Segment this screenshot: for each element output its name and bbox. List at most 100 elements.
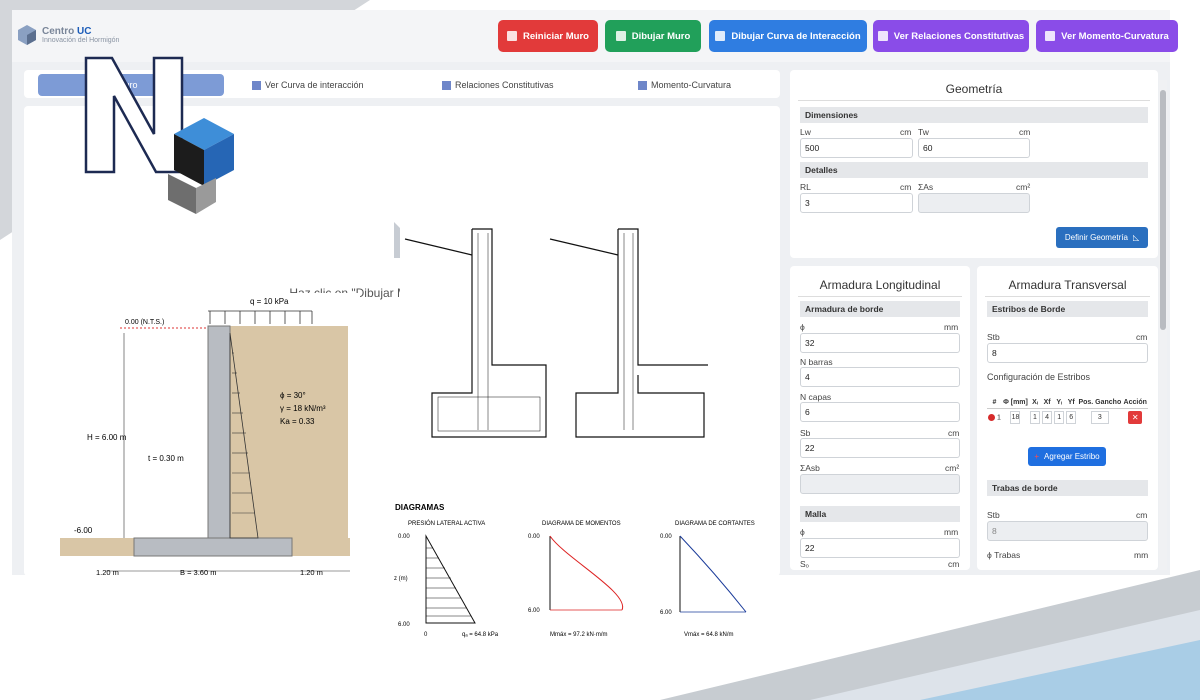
stb2-unit: cm: [1136, 510, 1148, 520]
tw-unit: cm: [1019, 127, 1031, 137]
yf-input[interactable]: 6: [1066, 411, 1077, 424]
pressure-zero-label: 0: [424, 632, 428, 638]
status-dot: [988, 413, 996, 421]
longitudinal-card: Armadura Longitudinal Armadura de borde …: [790, 266, 970, 570]
row-index-cell: 1: [987, 409, 1002, 427]
xf-input[interactable]: 4: [1042, 411, 1053, 424]
tab-interaction[interactable]: Ver Curva de interacción: [252, 74, 364, 96]
diameter-input[interactable]: 18: [1010, 411, 1021, 424]
divider: [798, 100, 1150, 101]
sb-input[interactable]: 22: [800, 438, 960, 458]
rl-input[interactable]: 3: [800, 193, 913, 213]
moment-diagram: 0.00 6.00 Mmáx = 97.2 kN·m/m: [528, 534, 623, 638]
reset-wall-button[interactable]: Reiniciar Muro: [498, 20, 598, 52]
view-constitutive-button[interactable]: Ver Relaciones Constitutivas: [873, 20, 1029, 52]
qa-label: qₐ = 64.8 kPa: [462, 632, 499, 638]
stb-input[interactable]: 8: [987, 343, 1148, 363]
tw-label: Tw: [918, 127, 929, 137]
draw-interaction-label: Dibujar Curva de Interacción: [731, 30, 861, 42]
bar-chart-icon: [1045, 31, 1056, 41]
nbars-label: N barras: [800, 357, 833, 367]
add-stirrup-label: Agregar Estribo: [1044, 452, 1100, 461]
transversal-title: Armadura Transversal: [1008, 278, 1127, 292]
xi-input[interactable]: 1: [1030, 411, 1040, 424]
tab-moment-curvature[interactable]: Momento-Curvatura: [638, 74, 731, 96]
pressure-top-label: 0.00: [398, 534, 410, 540]
stb-label: Stb: [987, 332, 1000, 342]
plus-icon: +: [1034, 452, 1040, 461]
moment-bottom-label: 6.00: [528, 608, 540, 614]
reset-wall-label: Reiniciar Muro: [523, 30, 589, 42]
lw-label: Lw: [800, 127, 811, 137]
sum-as-label: ΣAs: [918, 182, 934, 192]
top-bar: Centro UC Innovación del Hormigón Reinic…: [12, 10, 1178, 62]
pressure-bottom-label: 6.00: [398, 622, 410, 628]
phi-label: ϕ: [800, 322, 805, 332]
mesh-phi-input[interactable]: 22: [800, 538, 960, 558]
col-yi: Yᵢ: [1053, 397, 1066, 409]
mesh-phi-label: ϕ: [800, 527, 805, 537]
sum-asb-unit: cm²: [945, 463, 960, 473]
tw-input[interactable]: 60: [918, 138, 1030, 158]
draw-wall-label: Dibujar Muro: [631, 30, 691, 42]
brand-hexagon-icon: [18, 25, 36, 45]
col-yf: Yf: [1065, 397, 1078, 409]
vmax-label: Vmáx = 64.8 kN/m: [684, 632, 734, 638]
thickness-label: t = 0.30 m: [148, 454, 184, 463]
view-moment-curvature-button[interactable]: Ver Momento-Curvatura: [1036, 20, 1178, 52]
edge-stirrups-section: Estribos de Borde: [987, 301, 1148, 317]
phi-ties-label: ϕ Trabas: [987, 550, 1021, 560]
delete-stirrup-button[interactable]: ✕: [1128, 411, 1143, 424]
left-dim-label: 1.20 m: [96, 568, 119, 577]
col-xi: Xᵢ: [1028, 397, 1042, 409]
scrollbar-thumb[interactable]: [1160, 90, 1166, 330]
level-label: -6.00: [74, 526, 93, 535]
rl-unit: cm: [900, 182, 912, 192]
yi-input[interactable]: 1: [1054, 411, 1065, 424]
phi-soil-label: ϕ = 30°: [280, 391, 306, 400]
dimensions-section: Dimensiones: [800, 107, 1148, 123]
sw-unit: cm: [948, 559, 960, 569]
mesh-section: Malla: [800, 506, 960, 522]
pressure-diagram: 0.00 6.00 z (m) 0 qₐ = 64.8 kPa: [394, 534, 499, 638]
tab-constitutive[interactable]: Relaciones Constitutivas: [442, 74, 554, 96]
diagrams-title: DIAGRAMAS: [395, 503, 445, 512]
add-stirrup-button[interactable]: + Agregar Estribo: [1028, 447, 1106, 466]
surcharge-arrows: [208, 310, 313, 324]
col-action: Acción: [1122, 397, 1148, 409]
shear-diagram: 0.00 6.00 Vmáx = 64.8 kN/m: [660, 534, 747, 638]
line-chart-icon: [442, 80, 451, 90]
right-panel-scrollbar[interactable]: [1159, 80, 1167, 570]
wall-stem: [207, 325, 231, 540]
bar-chart-icon: [715, 31, 726, 41]
draw-wall-button[interactable]: Dibujar Muro: [605, 20, 701, 52]
phi-unit: mm: [944, 322, 959, 332]
longitudinal-title: Armadura Longitudinal: [819, 278, 941, 292]
section-right: [549, 228, 708, 438]
define-geometry-button[interactable]: Definir Geometría ◺: [1056, 227, 1148, 248]
col-xf: Xf: [1041, 397, 1054, 409]
stirrup-table: # Φ [mm] Xᵢ Xf Yᵢ Yf Pos. Gancho Acción …: [987, 397, 1148, 426]
sum-asb-label: ΣAsb: [800, 463, 820, 473]
shear-diagram-title: DIAGRAMA DE CORTANTES: [675, 521, 755, 527]
shear-top-label: 0.00: [660, 534, 672, 540]
hook-input[interactable]: 3: [1090, 411, 1109, 424]
define-geometry-label: Definir Geometría: [1064, 233, 1128, 242]
lw-unit: cm: [900, 127, 912, 137]
phi-input[interactable]: 32: [800, 333, 960, 353]
rl-label: RL: [800, 182, 811, 192]
ncapas-input[interactable]: 6: [800, 402, 960, 422]
stage: Centro UC Innovación del Hormigón Reinic…: [0, 0, 1200, 700]
lw-input[interactable]: 500: [800, 138, 913, 158]
divider: [985, 296, 1150, 297]
draw-interaction-curve-button[interactable]: Dibujar Curva de Interacción: [709, 20, 867, 52]
shear-bottom-label: 6.00: [660, 610, 672, 616]
ncapas-label: N capas: [800, 392, 832, 402]
sb-label: Sb: [800, 428, 811, 438]
n-cube-logo: [84, 56, 234, 214]
row-index: 1: [997, 414, 1001, 422]
stb2-input: 8: [987, 521, 1148, 541]
nbars-input[interactable]: 4: [800, 367, 960, 387]
stb-unit: cm: [1136, 332, 1148, 342]
diagrams-figure: DIAGRAMAS PRESIÓN LATERAL ACTIVA DIAGRAM…: [390, 498, 770, 658]
